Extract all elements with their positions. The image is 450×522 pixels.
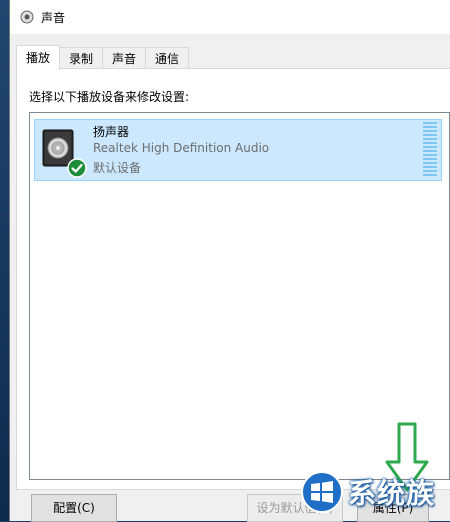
windows-logo-icon — [300, 470, 344, 514]
configure-button[interactable]: 配置(C) — [31, 494, 117, 522]
tab-recording[interactable]: 录制 — [59, 47, 104, 70]
tab-playback[interactable]: 播放 — [16, 45, 61, 70]
sound-dialog: 声音 播放 录制 声音 通信 选择以下播放设备来修改设置: 扬声器 Realte… — [9, 0, 450, 522]
tab-sounds[interactable]: 声音 — [102, 47, 147, 70]
device-item-speakers[interactable]: 扬声器 Realtek High Definition Audio 默认设备 — [34, 119, 442, 181]
tab-communications[interactable]: 通信 — [145, 47, 190, 70]
device-driver: Realtek High Definition Audio — [93, 141, 270, 155]
instruction-text: 选择以下播放设备来修改设置: — [29, 90, 190, 104]
watermark-text: 系统族 — [348, 476, 436, 510]
device-status: 默认设备 — [93, 161, 142, 175]
check-icon — [67, 158, 87, 178]
speaker-icon — [19, 9, 35, 25]
tab-strip: 播放 录制 声音 通信 — [16, 45, 190, 70]
watermark: 系统族 — [300, 462, 450, 521]
device-name: 扬声器 — [93, 125, 130, 139]
window-title: 声音 — [41, 10, 66, 25]
title-bar: 声音 — [10, 0, 450, 35]
volume-level-meter — [423, 122, 437, 176]
